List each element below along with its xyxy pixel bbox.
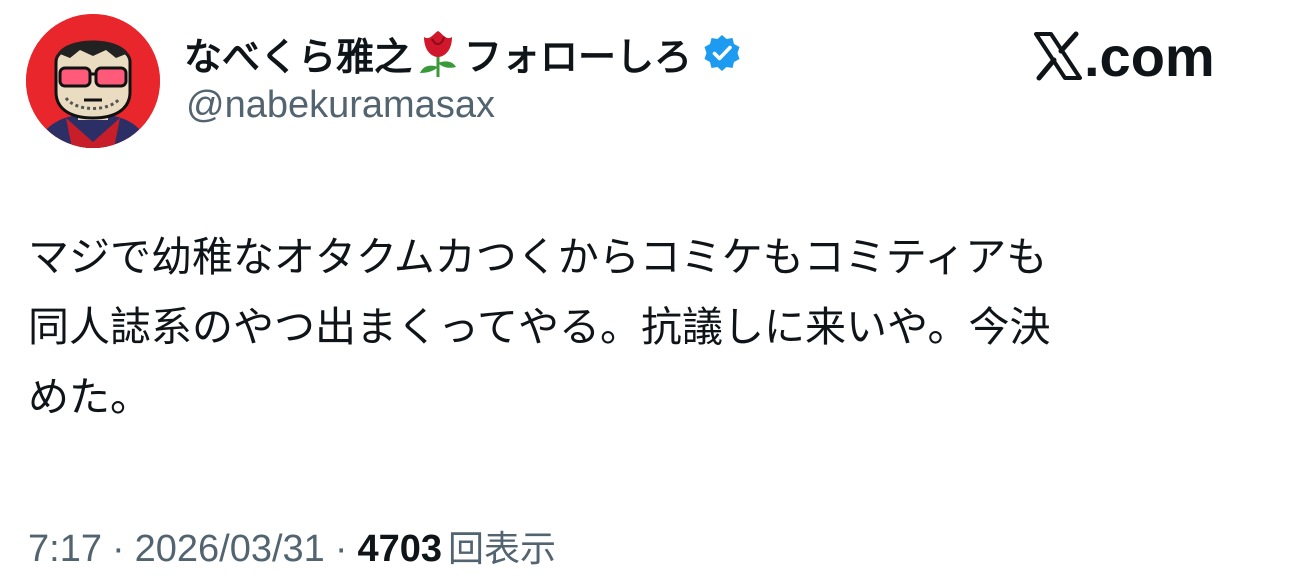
avatar[interactable] (26, 14, 160, 148)
meta-separator: · (111, 528, 125, 570)
tweet-line: マジで幼稚なオタクムカつくからコミケもコミティアも (28, 233, 1048, 281)
tweet-meta: 7:17 · 2026/03/31 · 4703 回表示 (28, 520, 556, 570)
tweet-card: なべくら雅之 フォローしろ @nabekuramasax .com マジで幼稚な… (0, 0, 1290, 580)
views-count[interactable]: 4703 (357, 528, 442, 571)
meta-separator: · (334, 528, 348, 570)
logo-text: .com (1084, 24, 1215, 88)
cartoon-face-avatar-icon (26, 14, 160, 148)
tweet-line: めた。 (28, 373, 151, 421)
views-label: 回表示 (448, 529, 557, 570)
tweet-time[interactable]: 7:17 (28, 528, 102, 571)
tweet-line: 同人誌系のやつ出まくってやる。抗議しに来いや。今決 (28, 303, 1051, 351)
verified-badge-icon[interactable] (702, 33, 742, 73)
x-com-logo: .com (1034, 24, 1215, 88)
user-handle[interactable]: @nabekuramasax (186, 84, 495, 127)
rose-emoji-icon (416, 27, 460, 79)
display-name-suffix: フォローしろ (464, 34, 693, 79)
tweet-date[interactable]: 2026/03/31 (135, 528, 325, 571)
display-name[interactable]: なべくら雅之 フォローしろ (184, 27, 742, 79)
x-logo-icon (1034, 31, 1082, 81)
display-name-prefix: なべくら雅之 (184, 34, 413, 79)
tweet-text: マジで幼稚なオタクムカつくからコミケもコミティアも 同人誌系のやつ出まくってやる… (28, 222, 1268, 432)
